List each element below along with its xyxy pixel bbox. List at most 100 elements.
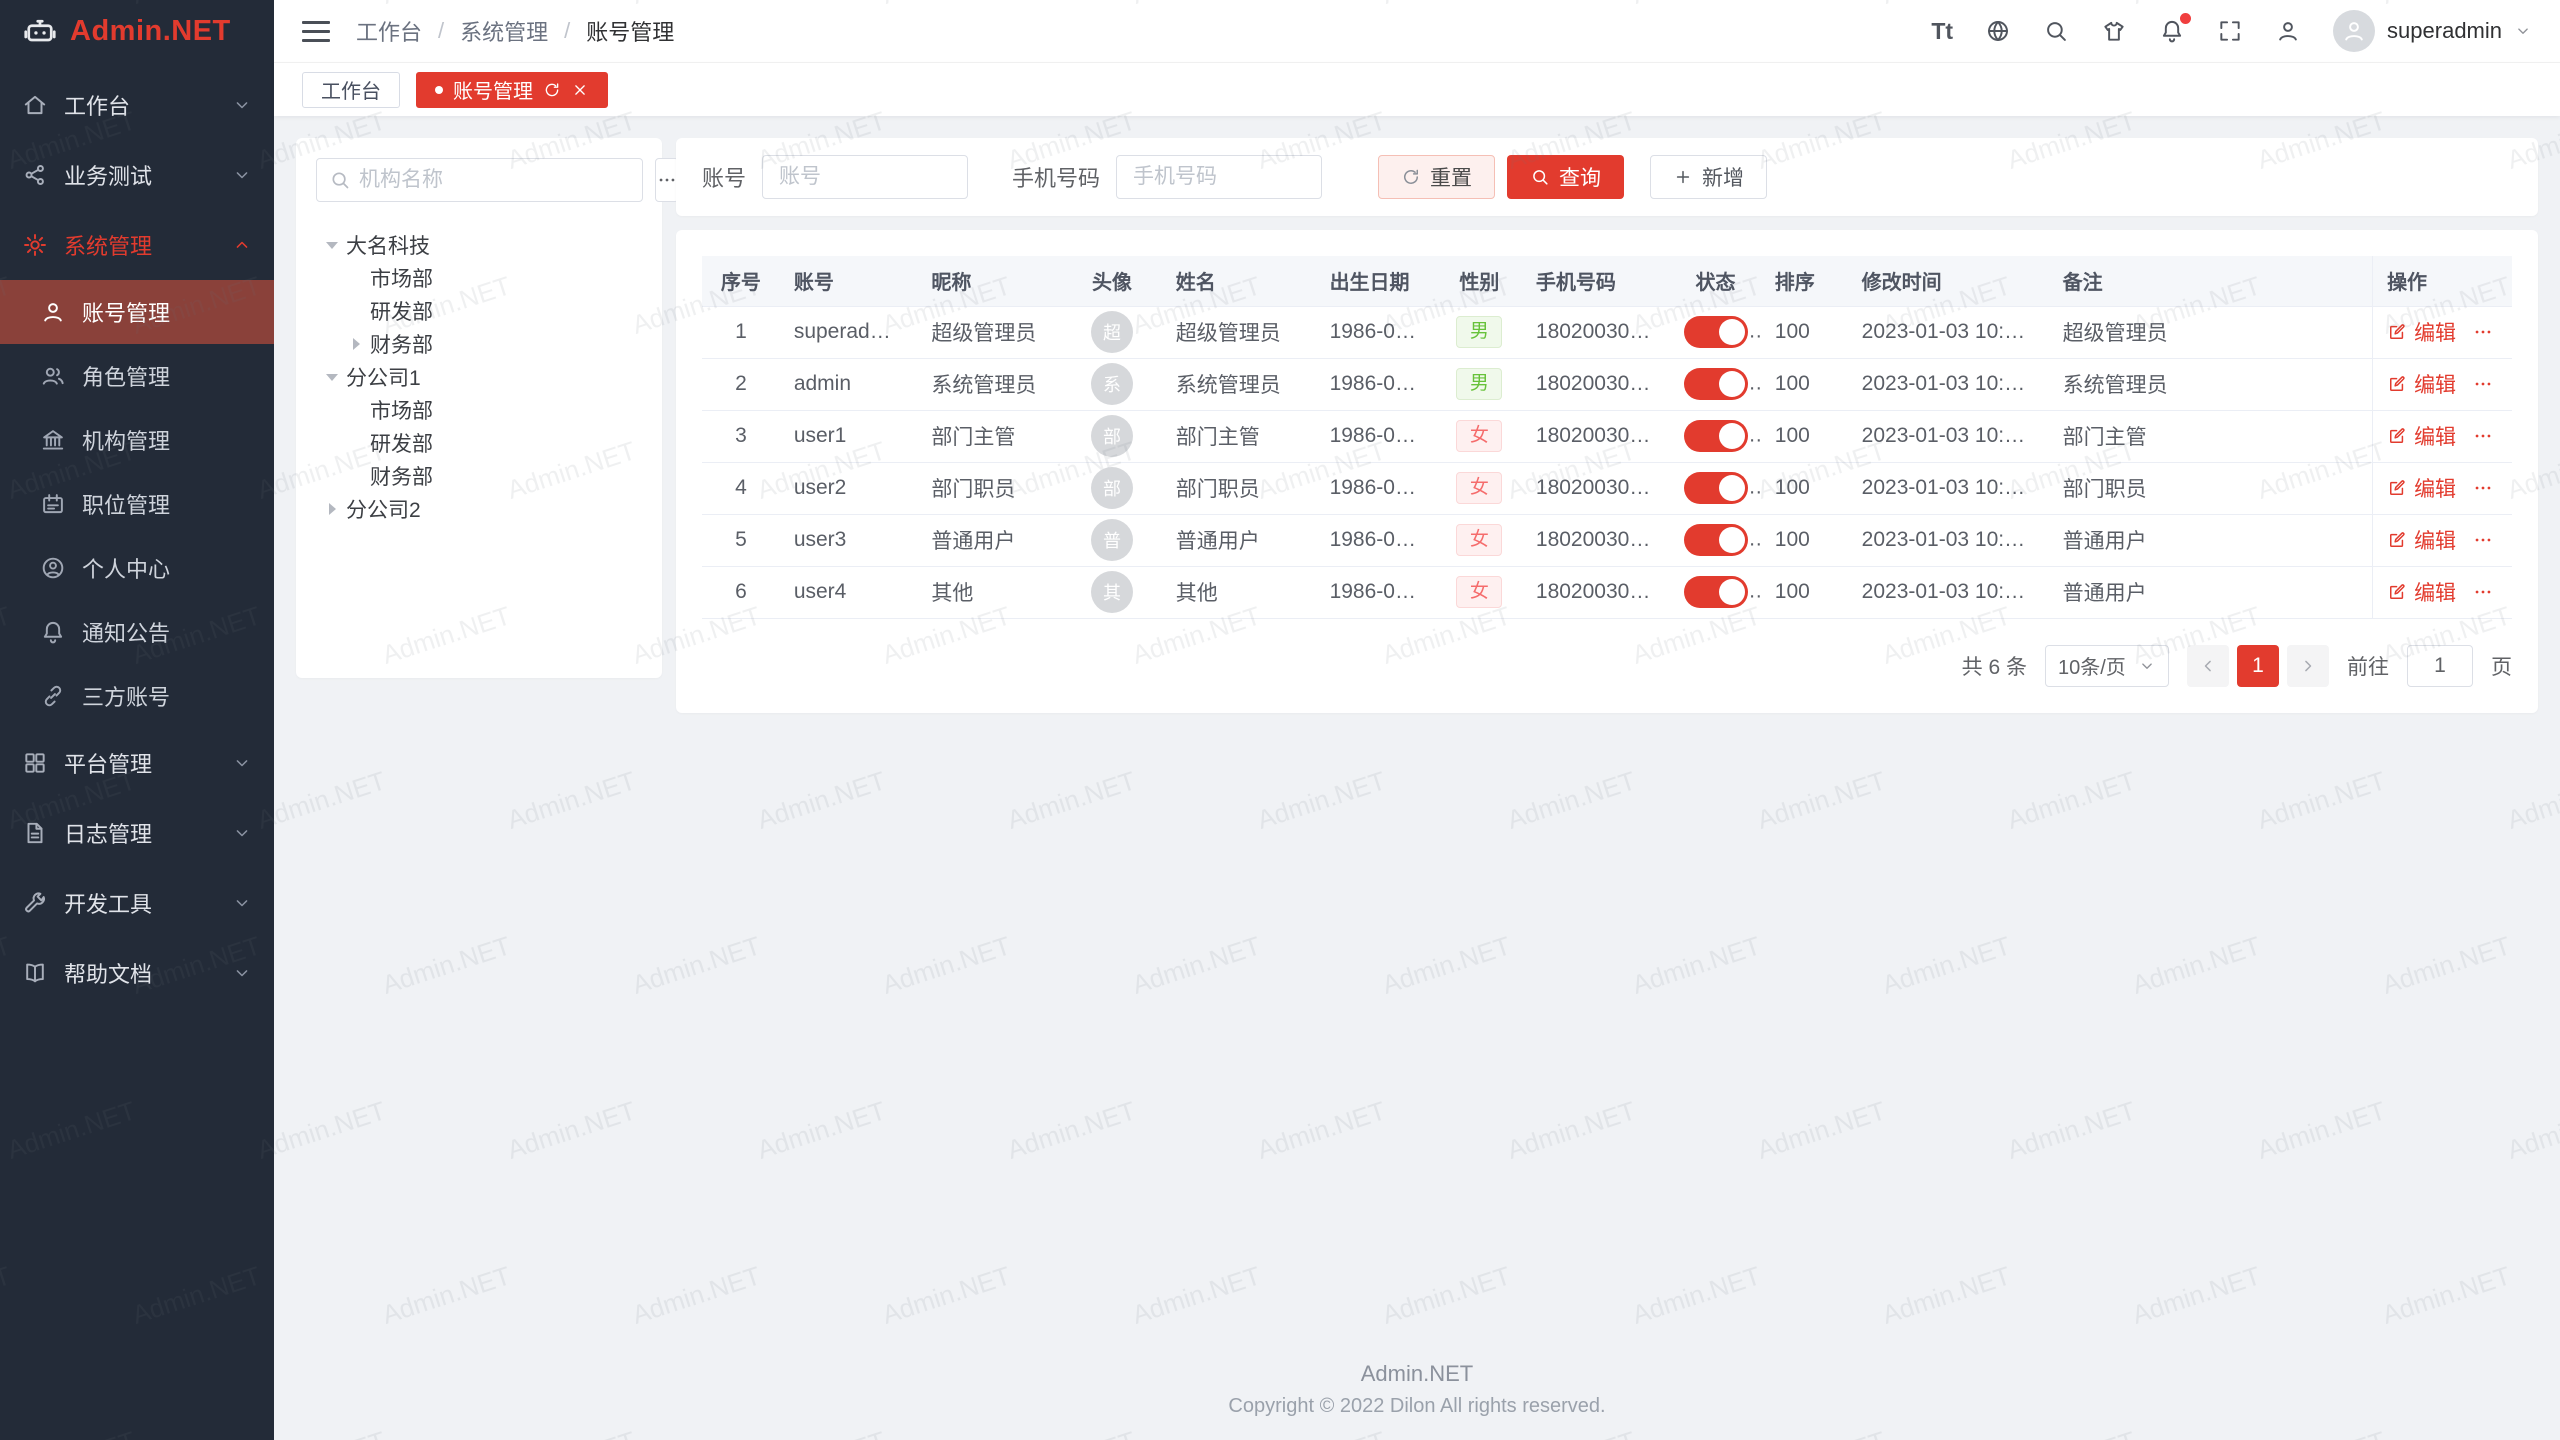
sidebar-item-personal-center[interactable]: 个人中心 bbox=[0, 536, 274, 600]
goto-page-input[interactable] bbox=[2407, 645, 2473, 687]
edit-button[interactable]: 编辑 bbox=[2387, 577, 2456, 607]
sidebar-item-business-test[interactable]: 业务测试 bbox=[0, 140, 274, 210]
chevron-up-icon bbox=[232, 235, 252, 255]
account-filter-input[interactable] bbox=[762, 155, 968, 199]
search-icon bbox=[1530, 167, 1550, 187]
table-body: 1superadmin超级管理员超超级管理员1986-06-28男1802003… bbox=[702, 306, 2512, 618]
tree-node[interactable]: 市场部 bbox=[316, 261, 642, 294]
sidebar-item-label: 通知公告 bbox=[82, 616, 170, 648]
refresh-icon bbox=[543, 81, 561, 99]
sidebar-item-org-management[interactable]: 机构管理 bbox=[0, 408, 274, 472]
tree-node[interactable]: 研发部 bbox=[316, 294, 642, 327]
add-button[interactable]: 新增 bbox=[1650, 155, 1767, 199]
page-size-select[interactable]: 10条/页 bbox=[2045, 645, 2169, 687]
cell-birth-date: 1986-06-28 bbox=[1316, 306, 1437, 358]
phone-filter-input[interactable] bbox=[1116, 155, 1322, 199]
menu-collapse-button[interactable] bbox=[302, 21, 330, 42]
sidebar-item-log-management[interactable]: 日志管理 bbox=[0, 798, 274, 868]
more-icon bbox=[2472, 581, 2494, 603]
tree-caret-right[interactable] bbox=[322, 499, 342, 519]
status-toggle[interactable] bbox=[1684, 472, 1748, 504]
row-more-button[interactable] bbox=[2472, 529, 2494, 551]
edit-button[interactable]: 编辑 bbox=[2387, 369, 2456, 399]
status-toggle[interactable] bbox=[1684, 576, 1748, 608]
font-size-button[interactable]: Tt bbox=[1931, 18, 1953, 45]
tree-node[interactable]: 市场部 bbox=[316, 393, 642, 426]
edit-button[interactable]: 编辑 bbox=[2387, 421, 2456, 451]
tree-node[interactable]: 分公司1 bbox=[316, 360, 642, 393]
tab-active[interactable]: 账号管理 bbox=[416, 72, 608, 108]
row-more-button[interactable] bbox=[2472, 477, 2494, 499]
edit-button[interactable]: 编辑 bbox=[2387, 525, 2456, 555]
tree-node-label: 财务部 bbox=[370, 461, 433, 491]
tab-item[interactable]: 工作台 bbox=[302, 72, 400, 108]
gender-tag: 男 bbox=[1456, 316, 1502, 348]
page-number-button[interactable]: 1 bbox=[2237, 645, 2279, 687]
status-toggle[interactable] bbox=[1684, 524, 1748, 556]
tree-node[interactable]: 大名科技 bbox=[316, 228, 642, 261]
user-menu[interactable]: superadmin bbox=[2333, 10, 2532, 52]
search-button[interactable] bbox=[2043, 18, 2069, 44]
bell-button[interactable] bbox=[2159, 18, 2185, 44]
status-toggle[interactable] bbox=[1684, 420, 1748, 452]
sidebar-item-post-management[interactable]: 职位管理 bbox=[0, 472, 274, 536]
breadcrumb-item[interactable]: 工作台 bbox=[356, 15, 422, 47]
filter-bar: 账号 手机号码 重置 查询 bbox=[676, 138, 2538, 216]
tree-node-label: 研发部 bbox=[370, 428, 433, 458]
sidebar-item-workbench[interactable]: 工作台 bbox=[0, 70, 274, 140]
table-row: 1superadmin超级管理员超超级管理员1986-06-28男1802003… bbox=[702, 306, 2512, 358]
chevron-down-icon bbox=[2138, 657, 2156, 675]
tree-node[interactable]: 研发部 bbox=[316, 426, 642, 459]
edit-button[interactable]: 编辑 bbox=[2387, 317, 2456, 347]
status-toggle[interactable] bbox=[1684, 368, 1748, 400]
sidebar-item-role-management[interactable]: 角色管理 bbox=[0, 344, 274, 408]
user-button[interactable] bbox=[2275, 18, 2301, 44]
sidebar-item-label: 日志管理 bbox=[64, 817, 152, 849]
fullscreen-icon bbox=[2217, 18, 2243, 44]
sidebar-item-third-party-account[interactable]: 三方账号 bbox=[0, 664, 274, 728]
row-more-button[interactable] bbox=[2472, 373, 2494, 395]
query-button[interactable]: 查询 bbox=[1507, 155, 1624, 199]
next-page-button[interactable] bbox=[2287, 645, 2329, 687]
cell-account: user3 bbox=[780, 514, 918, 566]
tree-caret-right[interactable] bbox=[346, 334, 366, 354]
breadcrumb-item[interactable]: 账号管理 bbox=[586, 15, 674, 47]
status-toggle[interactable] bbox=[1684, 316, 1748, 348]
sidebar-item-platform-management[interactable]: 平台管理 bbox=[0, 728, 274, 798]
breadcrumb-item[interactable]: 系统管理 bbox=[460, 15, 548, 47]
sidebar-item-notice-announcement[interactable]: 通知公告 bbox=[0, 600, 274, 664]
edit-button[interactable]: 编辑 bbox=[2387, 473, 2456, 503]
row-more-button[interactable] bbox=[2472, 581, 2494, 603]
cell-sort: 100 bbox=[1761, 410, 1848, 462]
sidebar-item-help-docs[interactable]: 帮助文档 bbox=[0, 938, 274, 1008]
tree-caret-down[interactable] bbox=[322, 367, 342, 387]
tree-node[interactable]: 财务部 bbox=[316, 459, 642, 492]
theme-icon bbox=[2101, 18, 2127, 44]
tree-node[interactable]: 分公司2 bbox=[316, 492, 642, 525]
theme-button[interactable] bbox=[2101, 18, 2127, 44]
chevron-left-icon bbox=[2198, 656, 2218, 676]
org-search-field[interactable] bbox=[316, 158, 643, 202]
sidebar-item-system-management[interactable]: 系统管理 bbox=[0, 210, 274, 280]
fullscreen-button[interactable] bbox=[2217, 18, 2243, 44]
main-area: 工作台/系统管理/账号管理 Tt superadmin 工作台账号管理 bbox=[274, 0, 2560, 1440]
org-search-input[interactable] bbox=[359, 168, 630, 192]
cell-nickname: 普通用户 bbox=[917, 514, 1062, 566]
sidebar-menu: 工作台业务测试系统管理账号管理角色管理机构管理职位管理个人中心通知公告三方账号平… bbox=[0, 62, 274, 1440]
cell-remark: 部门主管 bbox=[2049, 410, 2373, 462]
tree-node[interactable]: 财务部 bbox=[316, 327, 642, 360]
sidebar-item-dev-tools[interactable]: 开发工具 bbox=[0, 868, 274, 938]
file-icon bbox=[22, 820, 48, 846]
logo: Admin.NET bbox=[0, 0, 274, 62]
prev-page-button[interactable] bbox=[2187, 645, 2229, 687]
cell-phone: 18020030720 bbox=[1522, 514, 1670, 566]
row-more-button[interactable] bbox=[2472, 321, 2494, 343]
sidebar-item-account-management[interactable]: 账号管理 bbox=[0, 280, 274, 344]
cell-avatar: 系 bbox=[1062, 358, 1162, 410]
reset-button[interactable]: 重置 bbox=[1378, 155, 1495, 199]
row-more-button[interactable] bbox=[2472, 425, 2494, 447]
edit-icon bbox=[2387, 530, 2407, 550]
tree-caret-down[interactable] bbox=[322, 235, 342, 255]
post-icon bbox=[40, 491, 66, 517]
globe-button[interactable] bbox=[1985, 18, 2011, 44]
